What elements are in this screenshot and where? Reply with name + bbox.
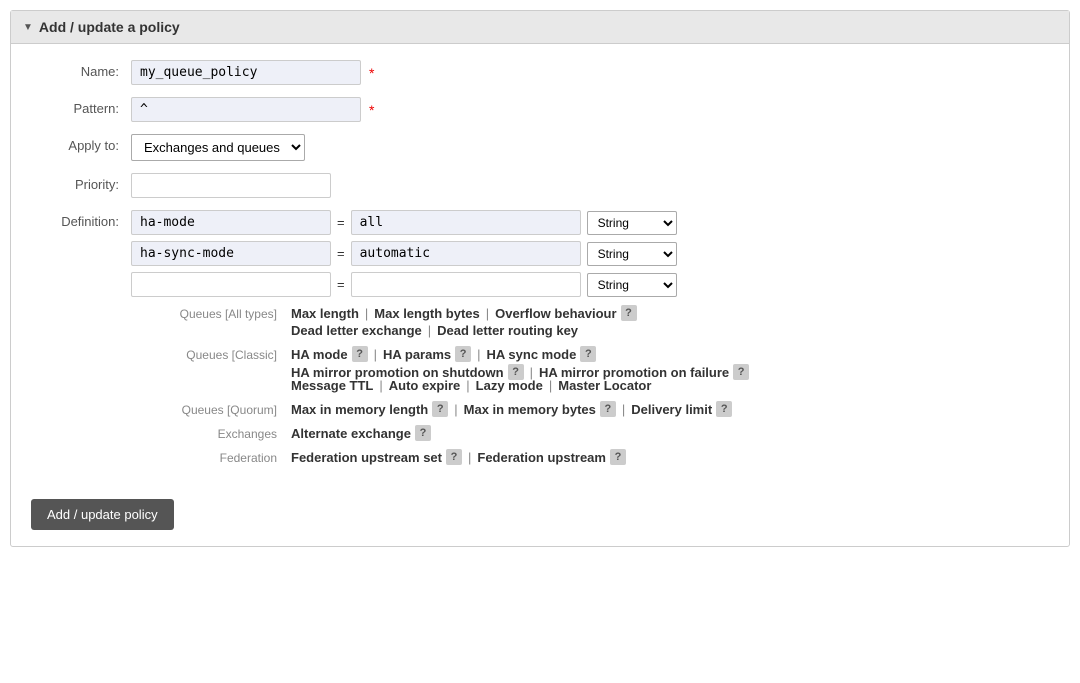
hint-max-in-memory-length[interactable]: Max in memory length	[291, 402, 428, 417]
pattern-input[interactable]	[131, 97, 361, 122]
def-key-2[interactable]	[131, 272, 331, 297]
hint-federation-upstream[interactable]: Federation upstream	[477, 450, 606, 465]
priority-row: Priority:	[31, 173, 1049, 198]
name-input[interactable]	[131, 60, 361, 85]
hint-queues-all: Queues [All types] Max length | Max leng…	[131, 305, 749, 321]
hint-ha-sync-mode[interactable]: HA sync mode	[487, 347, 577, 362]
hint-queues-quorum: Queues [Quorum] Max in memory length ? |…	[131, 401, 749, 417]
delivery-limit-help[interactable]: ?	[716, 401, 732, 417]
federation-label: Federation	[131, 449, 291, 465]
pattern-control: *	[131, 97, 374, 122]
def-val-0[interactable]	[351, 210, 581, 235]
hint-federation-upstream-set[interactable]: Federation upstream set	[291, 450, 442, 465]
queues-all-label-2	[131, 323, 291, 325]
max-in-memory-bytes-help[interactable]: ?	[600, 401, 616, 417]
priority-control	[131, 173, 331, 198]
definition-row: Definition: = String Number Boolean List	[31, 210, 1049, 473]
apply-to-label: Apply to:	[31, 134, 131, 153]
queues-all-label: Queues [All types]	[131, 305, 291, 321]
queues-all-links-2: Dead letter exchange | Dead letter routi…	[291, 323, 578, 338]
def-row-0: = String Number Boolean List	[131, 210, 749, 235]
hints-block: Queues [All types] Max length | Max leng…	[131, 305, 749, 465]
hint-exchanges: Exchanges Alternate exchange ?	[131, 425, 749, 441]
hint-ha-params[interactable]: HA params	[383, 347, 451, 362]
exchanges-links: Alternate exchange ?	[291, 425, 431, 441]
apply-to-row: Apply to: Exchanges and queues Exchanges…	[31, 134, 1049, 161]
panel-header: ▼ Add / update a policy	[11, 11, 1069, 44]
queues-all-links-1: Max length | Max length bytes | Overflow…	[291, 305, 637, 321]
def-type-2[interactable]: String Number Boolean List	[587, 273, 677, 297]
pattern-required-star: *	[369, 102, 374, 118]
def-row-1: = String Number Boolean List	[131, 241, 749, 266]
definition-label: Definition:	[31, 210, 131, 229]
queues-quorum-label: Queues [Quorum]	[131, 401, 291, 417]
pattern-row: Pattern: *	[31, 97, 1049, 122]
apply-to-control: Exchanges and queues Exchanges Queues	[131, 134, 305, 161]
name-control: *	[131, 60, 374, 85]
overflow-help-badge[interactable]: ?	[621, 305, 637, 321]
hint-master-locator[interactable]: Master Locator	[558, 378, 651, 393]
def-eq-0: =	[337, 215, 345, 230]
federation-upstream-set-help[interactable]: ?	[446, 449, 462, 465]
def-type-0[interactable]: String Number Boolean List	[587, 211, 677, 235]
hint-lazy-mode[interactable]: Lazy mode	[476, 378, 543, 393]
ha-params-help-badge[interactable]: ?	[455, 346, 471, 362]
add-update-policy-panel: ▼ Add / update a policy Name: * Pattern:…	[10, 10, 1070, 547]
hint-max-length-bytes[interactable]: Max length bytes	[374, 306, 479, 321]
priority-label: Priority:	[31, 173, 131, 192]
federation-upstream-help[interactable]: ?	[610, 449, 626, 465]
name-required-star: *	[369, 65, 374, 81]
queues-quorum-links: Max in memory length ? | Max in memory b…	[291, 401, 732, 417]
hint-queues-classic-3: Message TTL | Auto expire | Lazy mode | …	[131, 378, 749, 393]
hint-queues-classic-1: Queues [Classic] HA mode ? | HA params ?…	[131, 346, 749, 362]
definition-block: = String Number Boolean List =	[131, 210, 749, 473]
ha-mirror-failure-help-badge[interactable]: ?	[733, 364, 749, 380]
def-eq-1: =	[337, 246, 345, 261]
ha-sync-mode-help-badge[interactable]: ?	[580, 346, 596, 362]
hint-delivery-limit[interactable]: Delivery limit	[631, 402, 712, 417]
hint-dead-letter-exchange[interactable]: Dead letter exchange	[291, 323, 422, 338]
hint-max-length[interactable]: Max length	[291, 306, 359, 321]
hint-auto-expire[interactable]: Auto expire	[389, 378, 461, 393]
definition-rows: = String Number Boolean List =	[131, 210, 749, 297]
hint-queues-all-2: Dead letter exchange | Dead letter routi…	[131, 323, 749, 338]
queues-classic-label: Queues [Classic]	[131, 346, 291, 362]
pattern-label: Pattern:	[31, 97, 131, 116]
hint-message-ttl[interactable]: Message TTL	[291, 378, 373, 393]
federation-links: Federation upstream set ? | Federation u…	[291, 449, 626, 465]
def-key-0[interactable]	[131, 210, 331, 235]
panel-title: Add / update a policy	[39, 19, 180, 35]
def-eq-2: =	[337, 277, 345, 292]
def-val-1[interactable]	[351, 241, 581, 266]
name-label: Name:	[31, 60, 131, 79]
panel-body: Name: * Pattern: * Apply to: Exchanges a…	[11, 44, 1069, 546]
max-in-memory-length-help[interactable]: ?	[432, 401, 448, 417]
hint-federation: Federation Federation upstream set ? | F…	[131, 449, 749, 465]
def-row-2: = String Number Boolean List	[131, 272, 749, 297]
queues-classic-links-3: Message TTL | Auto expire | Lazy mode | …	[291, 378, 651, 393]
ha-mode-help-badge[interactable]: ?	[352, 346, 368, 362]
queues-classic-links-1: HA mode ? | HA params ? | HA sync mode ?	[291, 346, 596, 362]
hint-alternate-exchange[interactable]: Alternate exchange	[291, 426, 411, 441]
alternate-exchange-help[interactable]: ?	[415, 425, 431, 441]
hint-max-in-memory-bytes[interactable]: Max in memory bytes	[464, 402, 596, 417]
exchanges-label: Exchanges	[131, 425, 291, 441]
priority-input[interactable]	[131, 173, 331, 198]
hint-dead-letter-routing-key[interactable]: Dead letter routing key	[437, 323, 578, 338]
def-val-2[interactable]	[351, 272, 581, 297]
hint-ha-mode[interactable]: HA mode	[291, 347, 348, 362]
def-type-1[interactable]: String Number Boolean List	[587, 242, 677, 266]
collapse-icon[interactable]: ▼	[23, 22, 33, 33]
add-update-policy-button[interactable]: Add / update policy	[31, 499, 174, 530]
hint-overflow-behaviour[interactable]: Overflow behaviour	[495, 306, 616, 321]
def-key-1[interactable]	[131, 241, 331, 266]
name-row: Name: *	[31, 60, 1049, 85]
apply-to-select[interactable]: Exchanges and queues Exchanges Queues	[131, 134, 305, 161]
